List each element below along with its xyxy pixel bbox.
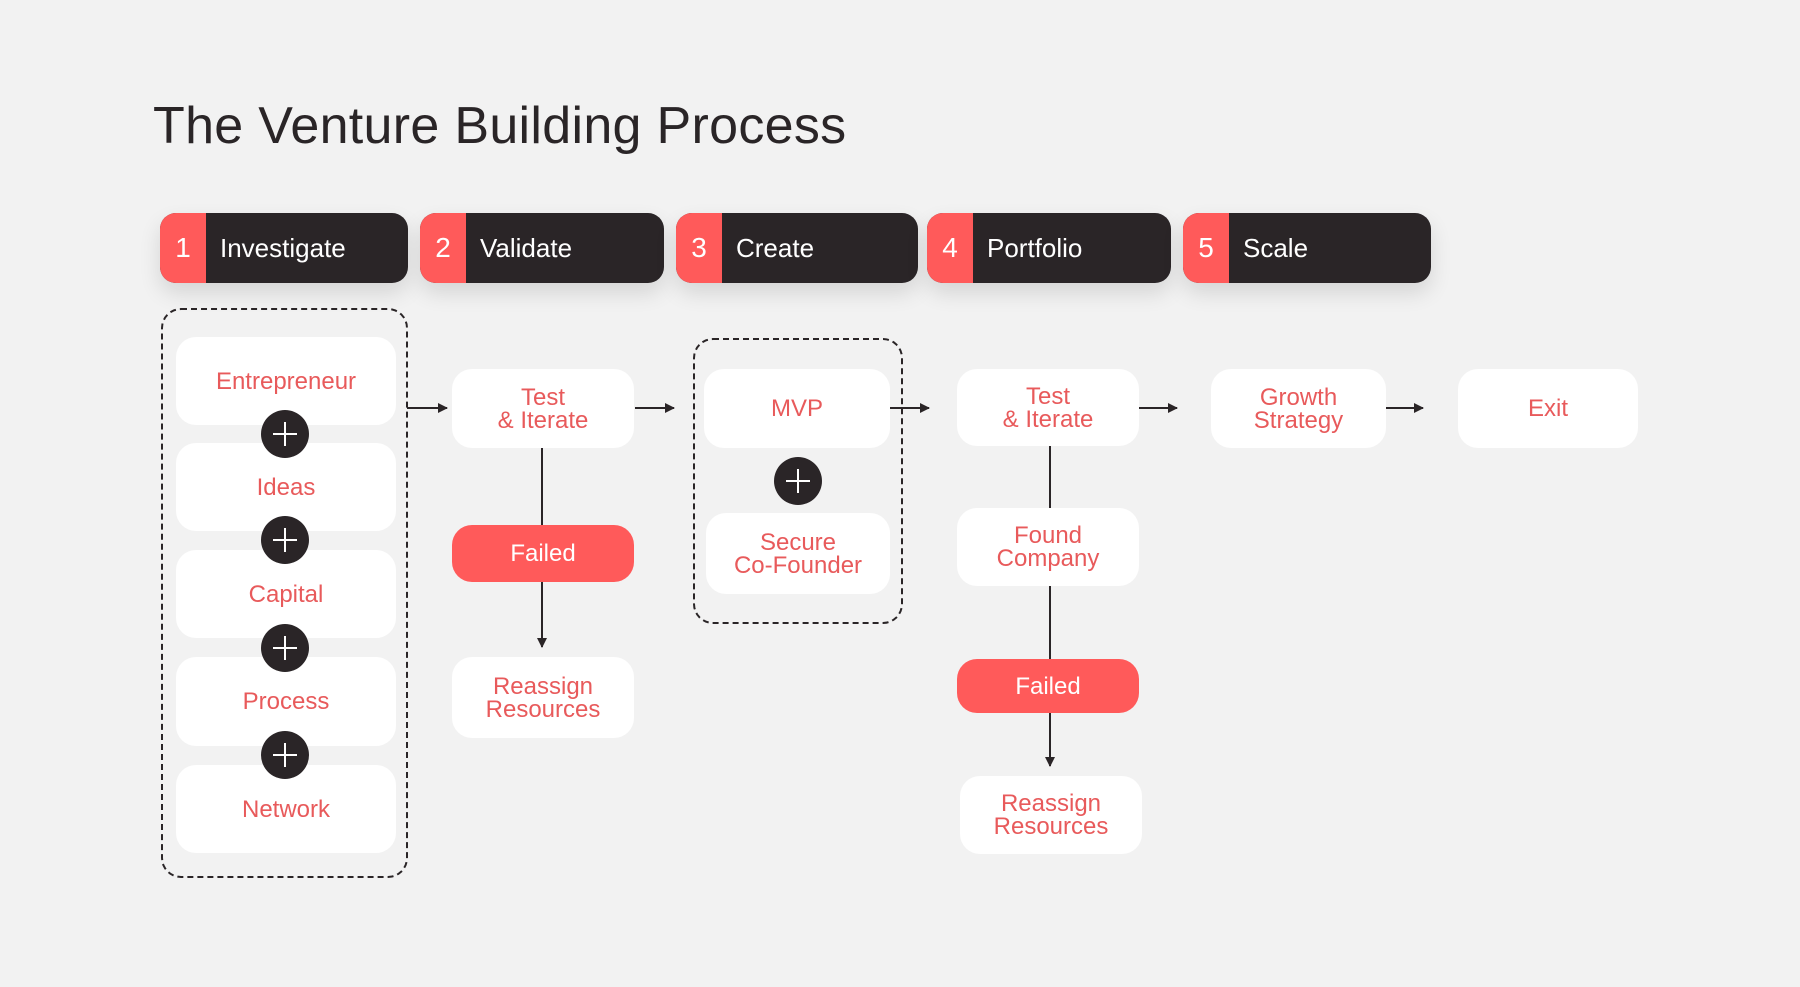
card-failed: Failed (452, 525, 634, 582)
stage-portfolio: 4 Portfolio (927, 213, 1171, 283)
plus-icon (261, 624, 309, 672)
stage-number: 3 (676, 213, 722, 283)
stage-create: 3 Create (676, 213, 918, 283)
plus-icon (261, 516, 309, 564)
stage-label: Create (736, 232, 815, 263)
card-reassign-resources: Reassign Resources (452, 657, 634, 738)
card-mvp: MVP (704, 369, 890, 448)
stage-label: Validate (480, 232, 573, 263)
stage-label: Scale (1243, 232, 1309, 263)
stage-number: 1 (160, 213, 206, 283)
stage-label: Investigate (220, 232, 346, 263)
card-test-iterate: Test & Iterate (452, 369, 634, 448)
card-reassign-resources-2: Reassign Resources (960, 776, 1142, 854)
stage-number: 2 (420, 213, 466, 283)
card-found-company: Found Company (957, 508, 1139, 586)
card-exit: Exit (1458, 369, 1638, 448)
card-secure-cofounder: Secure Co-Founder (706, 513, 890, 594)
stage-number: 4 (927, 213, 973, 283)
card-failed-2: Failed (957, 659, 1139, 713)
stage-validate: 2 Validate (420, 213, 664, 283)
card-test-iterate-2: Test & Iterate (957, 369, 1139, 446)
plus-icon (774, 457, 822, 505)
stage-number: 5 (1183, 213, 1229, 283)
stage-investigate: 1 Investigate (160, 213, 408, 283)
page-title: The Venture Building Process (153, 97, 847, 155)
plus-icon (261, 731, 309, 779)
plus-icon (261, 410, 309, 458)
card-growth-strategy: Growth Strategy (1211, 369, 1386, 448)
stage-label: Portfolio (987, 232, 1083, 263)
stage-scale: 5 Scale (1183, 213, 1431, 283)
